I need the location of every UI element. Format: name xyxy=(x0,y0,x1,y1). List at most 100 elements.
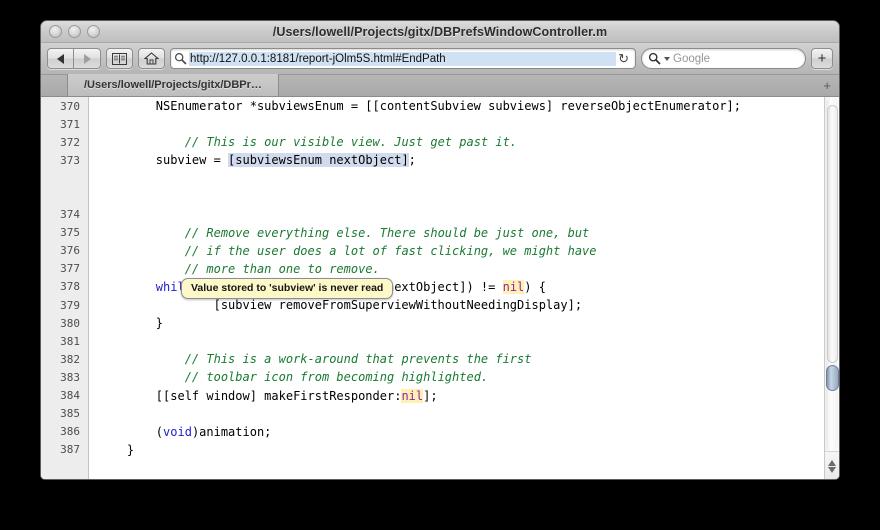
code-row: 386 (void)animation; xyxy=(41,423,824,441)
code-token-nil: nil xyxy=(502,279,525,294)
code-token-cmt: // Remove everything else. There should … xyxy=(184,225,590,240)
line-number: 375 xyxy=(60,226,80,240)
line-number: 377 xyxy=(60,262,80,276)
line-number: 372 xyxy=(60,135,80,149)
code-row: 373 subview = [subviewsEnum nextObject]; xyxy=(41,151,824,169)
triangle-left-icon xyxy=(57,53,64,64)
triangle-right-icon xyxy=(83,53,91,64)
forward-button[interactable] xyxy=(74,48,101,69)
page-content: 370 NSEnumerator *subviewsEnum = [[conte… xyxy=(41,97,839,479)
vertical-scroll-thumb-area[interactable] xyxy=(827,105,838,363)
code-row: 383 // toolbar icon from becoming highli… xyxy=(41,368,824,386)
browser-toolbar: http://127.0.0.1:8181/report-jOlm5S.html… xyxy=(41,43,839,75)
url-input[interactable]: http://127.0.0.1:8181/report-jOlm5S.html… xyxy=(189,51,617,66)
window-title: /Users/lowell/Projects/gitx/DBPrefsWindo… xyxy=(272,24,608,39)
code-text: // if the user does a lot of fast clicki… xyxy=(89,244,824,258)
code-row: 370 NSEnumerator *subviewsEnum = [[conte… xyxy=(41,97,824,115)
code-token-cmt: // toolbar icon from becoming highlighte… xyxy=(184,370,489,385)
code-token-cmt: // This is a work-around that prevents t… xyxy=(184,352,532,367)
code-row: 381 xyxy=(41,332,824,350)
code-row: 377 // more than one to remove. xyxy=(41,260,824,278)
code-row: 382 // This is a work-around that preven… xyxy=(41,350,824,368)
code-token: ]; xyxy=(423,388,438,403)
line-number: 382 xyxy=(60,352,80,366)
code-text: } xyxy=(89,316,824,330)
vertical-scroll-arrows[interactable] xyxy=(825,451,839,479)
code-text: // This is our visible view. Just get pa… xyxy=(89,135,824,149)
code-token: } xyxy=(98,316,164,331)
code-text: // more than one to remove. xyxy=(89,262,824,276)
code-row: 384 [[self window] makeFirstResponder:ni… xyxy=(41,387,824,405)
code-row: 376 // if the user does a lot of fast cl… xyxy=(41,242,824,260)
window-titlebar: /Users/lowell/Projects/gitx/DBPrefsWindo… xyxy=(41,21,839,43)
line-number: 387 xyxy=(60,443,80,457)
tab-active[interactable]: /Users/lowell/Projects/gitx/DBPr… xyxy=(67,74,279,96)
address-bar[interactable]: http://127.0.0.1:8181/report-jOlm5S.html… xyxy=(170,48,636,69)
code-text: subview = [subviewsEnum nextObject]; xyxy=(89,153,824,168)
line-number: 371 xyxy=(60,117,80,131)
analyzer-tooltip: Value stored to 'subview' is never read xyxy=(181,278,394,299)
code-token-cmt: // more than one to remove. xyxy=(184,261,380,276)
code-text: NSEnumerator *subviewsEnum = [[contentSu… xyxy=(89,99,824,113)
line-number: 379 xyxy=(60,298,80,312)
home-button[interactable] xyxy=(138,48,165,69)
bookmarks-button[interactable] xyxy=(106,48,133,69)
arrow-down-icon[interactable] xyxy=(828,467,836,473)
code-row xyxy=(41,187,824,205)
code-token-cmt: // if the user does a lot of fast clicki… xyxy=(184,243,597,258)
code-text: (void)animation; xyxy=(89,425,824,439)
navigation-buttons xyxy=(47,48,101,69)
code-token: subview = xyxy=(98,153,229,168)
code-text: // This is a work-around that prevents t… xyxy=(89,352,824,366)
code-token-nil: nil xyxy=(401,388,424,403)
code-row: 380 } xyxy=(41,314,824,332)
code-token: [[self window] makeFirstResponder: xyxy=(98,388,402,403)
line-number: 373 xyxy=(60,153,80,167)
code-row: 385 xyxy=(41,405,824,423)
code-token-cmt: // This is our visible view. Just get pa… xyxy=(184,135,518,150)
code-token: ; xyxy=(408,153,416,168)
code-token-kw: void xyxy=(163,424,192,439)
home-icon xyxy=(144,52,159,65)
code-row: 371 xyxy=(41,115,824,133)
code-lines: 370 NSEnumerator *subviewsEnum = [[conte… xyxy=(41,97,824,459)
vertical-scroll-knob[interactable] xyxy=(826,365,839,391)
code-row: 372 // This is our visible view. Just ge… xyxy=(41,133,824,151)
new-tab-button[interactable]: + xyxy=(823,78,831,93)
code-row: 375 // Remove everything else. There sho… xyxy=(41,224,824,242)
magnifier-icon xyxy=(174,52,187,65)
zoom-button[interactable] xyxy=(87,25,100,38)
close-button[interactable] xyxy=(49,25,62,38)
line-number: 385 xyxy=(60,407,80,421)
line-number: 381 xyxy=(60,334,80,348)
chevron-down-icon[interactable] xyxy=(664,56,670,61)
arrow-up-icon[interactable] xyxy=(828,460,836,466)
minimize-button[interactable] xyxy=(68,25,81,38)
line-number: 378 xyxy=(60,280,80,294)
code-row xyxy=(41,169,824,187)
search-field[interactable]: Google xyxy=(641,48,806,69)
vertical-scrollbar[interactable] xyxy=(824,97,839,479)
line-number: 376 xyxy=(60,244,80,258)
code-row: 374 xyxy=(41,206,824,224)
code-token: NSEnumerator *subviewsEnum = [[contentSu… xyxy=(98,99,741,114)
line-number: 386 xyxy=(60,425,80,439)
browser-window: /Users/lowell/Projects/gitx/DBPrefsWindo… xyxy=(40,20,840,480)
code-token: )animation; xyxy=(191,424,272,439)
code-row: 387 } xyxy=(41,441,824,459)
tab-bar: /Users/lowell/Projects/gitx/DBPr… + xyxy=(41,74,839,97)
back-button[interactable] xyxy=(47,48,74,69)
search-input[interactable]: Google xyxy=(673,53,710,65)
code-row: 378 while ((subview = [subviewsEnum next… xyxy=(41,278,824,296)
add-bookmark-button[interactable]: + xyxy=(811,48,833,69)
line-number: 384 xyxy=(60,389,80,403)
code-token: ) { xyxy=(524,279,546,294)
code-row: 379 [subview removeFromSuperviewWithoutN… xyxy=(41,296,824,314)
reload-icon[interactable]: ↻ xyxy=(616,51,631,67)
line-number: 380 xyxy=(60,316,80,330)
